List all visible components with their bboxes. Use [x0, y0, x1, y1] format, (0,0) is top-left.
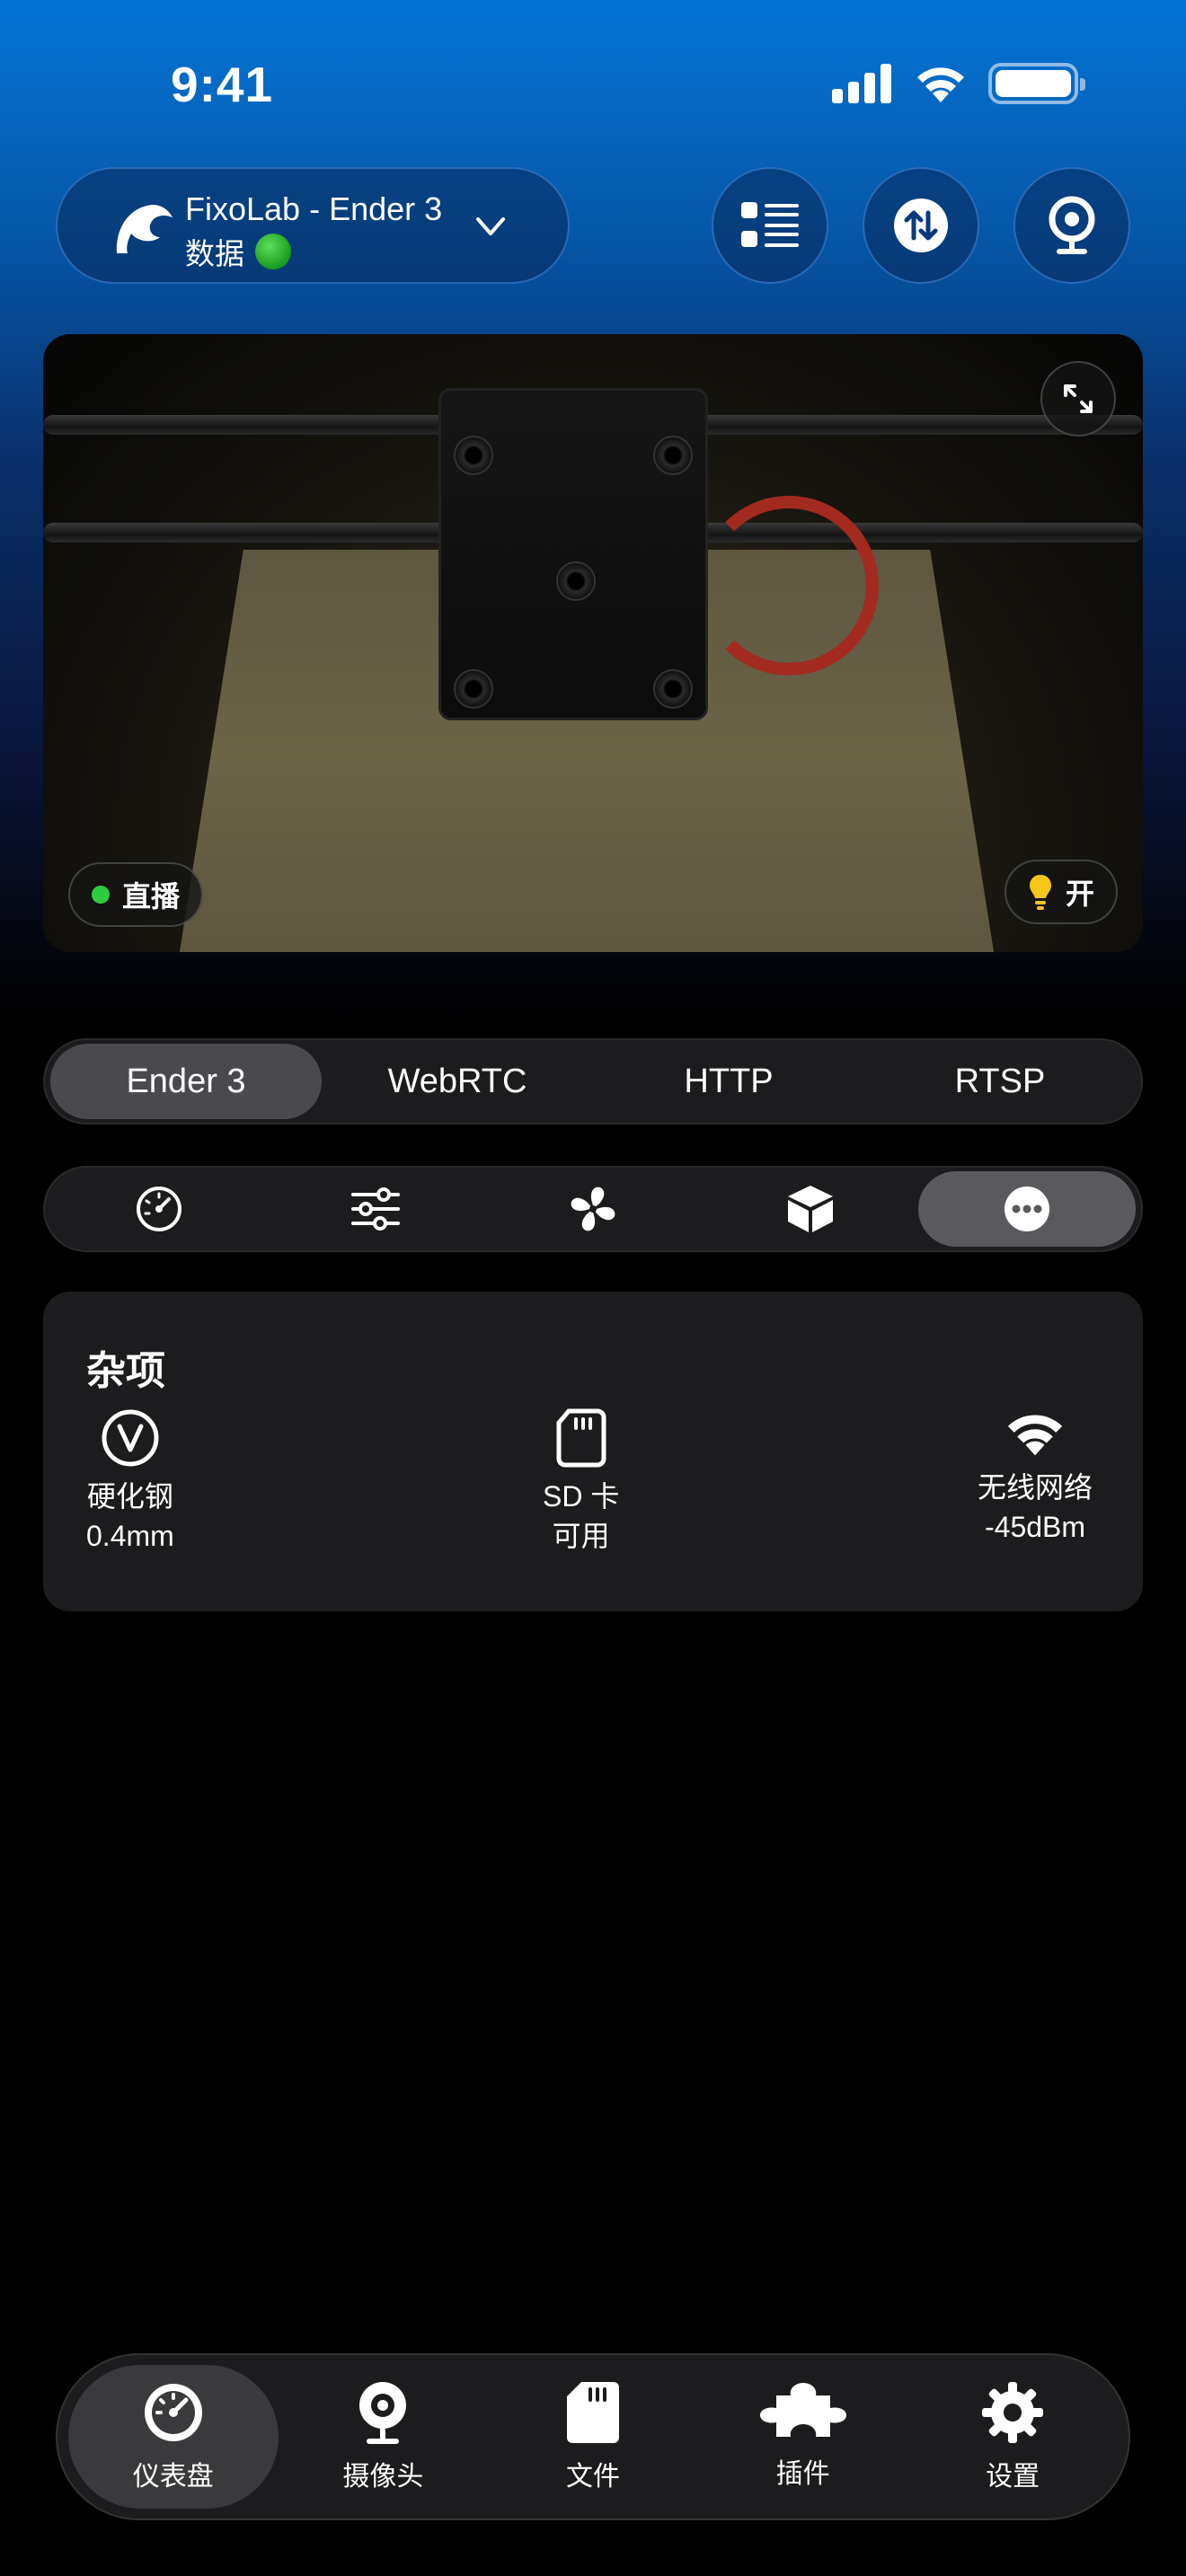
status-icons [832, 63, 1085, 104]
tab-gauge[interactable] [50, 1171, 268, 1247]
wifi-status-icon [917, 67, 964, 102]
fan-icon [571, 1187, 615, 1231]
tab-webcam-label: 摄像头 [342, 2462, 424, 2492]
light-label: 开 [1065, 878, 1094, 910]
connection-status-dot [255, 234, 291, 269]
up-down-arrows-icon [894, 198, 948, 252]
tab-settings-label: 设置 [986, 2462, 1040, 2492]
tab-filament[interactable] [702, 1171, 919, 1247]
tab-dashboard[interactable]: 仪表盘 [68, 2365, 279, 2509]
tab-controls[interactable] [268, 1171, 485, 1247]
printer-name: FixoLab - Ender 3 [185, 190, 443, 227]
job-list-button[interactable] [712, 167, 828, 284]
light-toggle-button[interactable]: 开 [1004, 860, 1118, 924]
status-time: 9:41 [171, 57, 274, 112]
webcam-icon [1049, 196, 1095, 254]
tab-webrtc[interactable]: WebRTC [322, 1044, 593, 1119]
card-title: 杂项 [86, 1349, 165, 1393]
bottom-tab-bar: 仪表盘 摄像头 文件 插件 设置 [56, 2353, 1130, 2520]
tab-files[interactable]: 文件 [488, 2365, 698, 2509]
sliders-icon [351, 1187, 401, 1231]
sd-card-icon [556, 1408, 606, 1468]
webcam-icon [359, 2382, 407, 2444]
lightbulb-icon [1029, 875, 1051, 910]
nozzle-label: 硬化钢 [86, 1480, 173, 1513]
gear-icon [982, 2382, 1044, 2443]
nozzle-value: 0.4mm [86, 1520, 174, 1552]
gauge-icon [136, 1187, 181, 1231]
wifi-info: 无线网络 -45dBm [978, 1408, 1093, 1545]
printer-subtitle-text: 数据 [185, 237, 244, 270]
misc-card: 杂项 硬化钢 0.4mm SD 卡 可用 无线网络 -45dBm [43, 1292, 1143, 1611]
tab-plugins[interactable]: 插件 [698, 2365, 908, 2509]
cellular-signal-icon [832, 64, 891, 103]
puzzle-icon [759, 2383, 846, 2437]
webcam-button[interactable] [1013, 167, 1130, 284]
battery-icon [988, 63, 1085, 104]
tab-more[interactable] [918, 1171, 1136, 1247]
camera-source-tabs: Ender 3 WebRTC HTTP RTSP [43, 1038, 1143, 1125]
v-circle-icon [102, 1409, 159, 1467]
tab-webcam[interactable]: 摄像头 [279, 2365, 489, 2509]
printer-selector[interactable]: FixoLab - Ender 3 数据 [56, 167, 570, 284]
sd-card-label: SD 卡 [543, 1480, 620, 1513]
camera-feed[interactable]: 直播 开 [43, 334, 1143, 952]
tab-http[interactable]: HTTP [593, 1044, 864, 1119]
box-icon [787, 1186, 833, 1232]
wifi-label: 无线网络 [978, 1471, 1093, 1504]
wifi-icon [1007, 1415, 1063, 1456]
tab-fan[interactable] [484, 1171, 702, 1247]
printer-logo-icon [116, 205, 173, 253]
dashboard-section-tabs [43, 1166, 1143, 1252]
sd-card-value: 可用 [552, 1520, 610, 1552]
expand-icon [1064, 384, 1093, 413]
list-icon [741, 202, 799, 247]
cable [699, 496, 879, 675]
tab-rtsp[interactable]: RTSP [864, 1044, 1136, 1119]
extruder-head [438, 388, 708, 720]
chevron-down-icon [476, 217, 505, 235]
printer-subtitle: 数据 [185, 230, 291, 273]
file-card-icon [566, 2382, 619, 2443]
nozzle-info: 硬化钢 0.4mm [86, 1408, 174, 1554]
tab-dashboard-label: 仪表盘 [132, 2462, 214, 2492]
live-dot [92, 886, 110, 904]
dashboard-icon [144, 2384, 202, 2441]
tab-settings[interactable]: 设置 [907, 2365, 1118, 2509]
tab-plugins-label: 插件 [775, 2459, 830, 2489]
tab-ender3[interactable]: Ender 3 [50, 1044, 322, 1119]
live-badge: 直播 [68, 862, 204, 927]
more-icon [1005, 1187, 1050, 1231]
sd-card-info: SD 卡 可用 [543, 1408, 619, 1554]
live-label: 直播 [122, 880, 181, 913]
wifi-value: -45dBm [984, 1511, 1086, 1543]
fullscreen-button[interactable] [1040, 361, 1116, 437]
tab-files-label: 文件 [565, 2462, 620, 2492]
transfer-button[interactable] [863, 167, 979, 284]
